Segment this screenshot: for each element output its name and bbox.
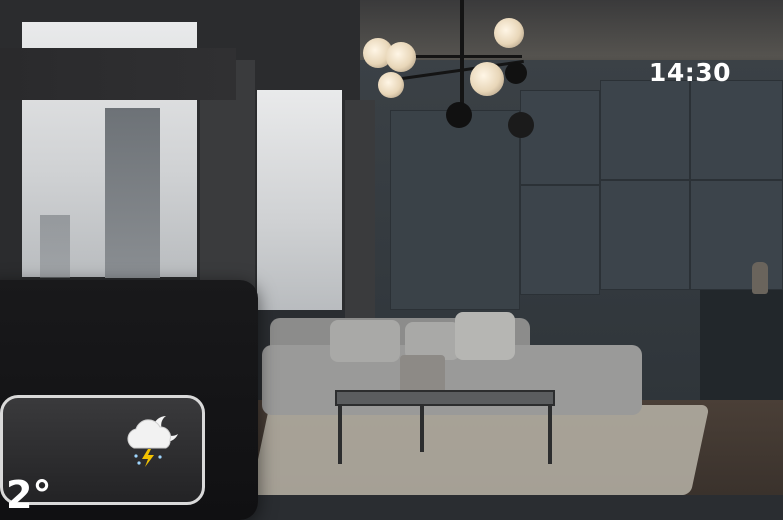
chandelier-shade <box>446 102 472 128</box>
wall-tile <box>600 80 690 180</box>
wall-tile <box>520 90 600 185</box>
table-leg <box>420 404 424 452</box>
city-tower <box>105 108 160 278</box>
side-cabinet <box>700 290 783 400</box>
table-leg <box>338 404 342 464</box>
temperature-value: 2° <box>6 473 52 517</box>
wall-tile <box>520 185 600 295</box>
widget-header-bar <box>0 48 236 100</box>
window-pane-right <box>257 90 342 310</box>
rug <box>250 405 710 495</box>
chandelier-bulb <box>386 42 416 72</box>
chandelier-shade <box>508 112 534 138</box>
chandelier-bulb <box>470 62 504 96</box>
wall-tile <box>690 80 783 180</box>
clock-time: 14:30 <box>648 58 731 87</box>
chandelier-bulb <box>494 18 524 48</box>
coffee-table <box>335 390 555 406</box>
wall-tile <box>690 180 783 290</box>
wall-tile <box>600 180 690 290</box>
chandelier-bulb <box>378 72 404 98</box>
table-leg <box>548 404 552 464</box>
cushion <box>455 312 515 360</box>
wall-tile <box>390 110 520 310</box>
vase <box>752 262 768 294</box>
cushion <box>330 320 400 362</box>
city-building <box>40 215 70 278</box>
chandelier-shade <box>505 62 527 84</box>
partly-cloudy-night-thunder-icon <box>127 416 178 467</box>
